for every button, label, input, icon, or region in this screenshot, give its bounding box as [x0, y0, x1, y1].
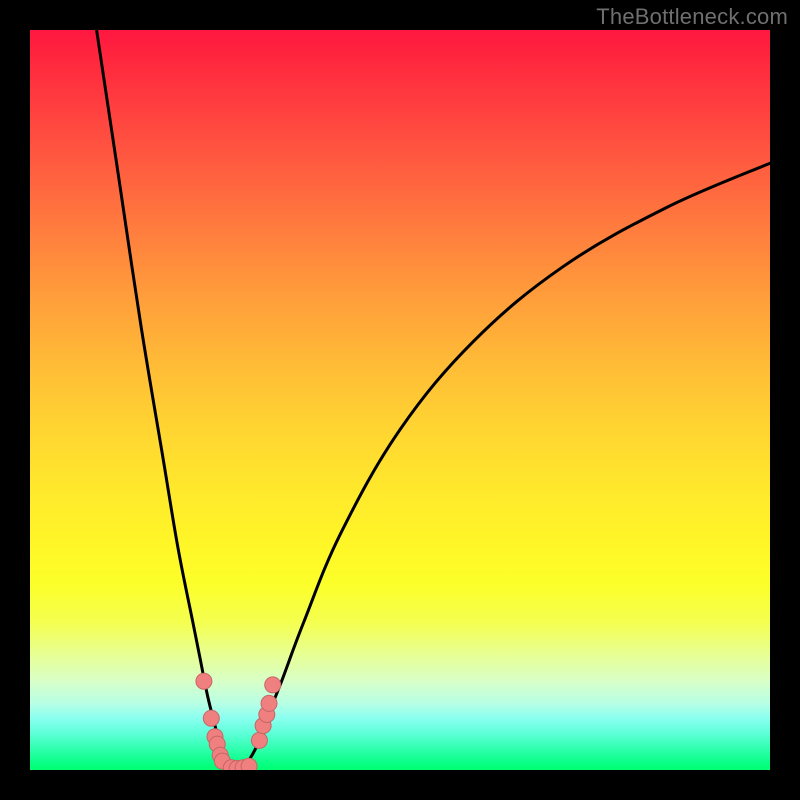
data-point — [241, 758, 257, 770]
chart-frame: TheBottleneck.com — [0, 0, 800, 800]
data-point — [203, 710, 219, 726]
marker-layer — [196, 673, 281, 770]
curve-layer — [97, 30, 770, 770]
curve-left-branch — [97, 30, 238, 770]
data-point — [196, 673, 212, 689]
data-point — [265, 677, 281, 693]
chart-svg — [30, 30, 770, 770]
data-point — [251, 732, 267, 748]
watermark-text: TheBottleneck.com — [596, 4, 788, 30]
curve-right-branch — [237, 163, 770, 770]
data-point — [261, 695, 277, 711]
plot-area — [30, 30, 770, 770]
